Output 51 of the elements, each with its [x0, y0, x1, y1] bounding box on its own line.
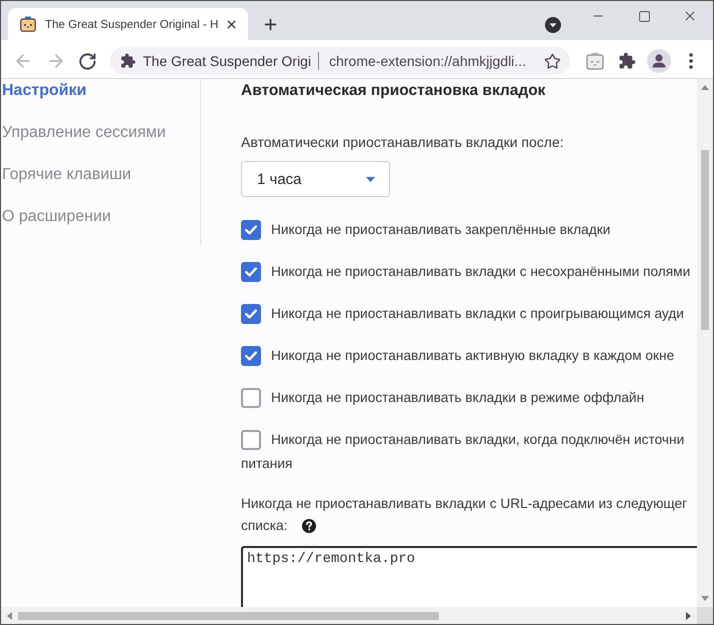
checkbox[interactable]: [241, 304, 261, 324]
more-options-icon[interactable]: [689, 53, 693, 69]
field-label: Автоматически приостанавливать вкладки после:: [241, 133, 564, 152]
scroll-down-icon[interactable]: [701, 596, 709, 601]
scrollbar-thumb[interactable]: [701, 150, 709, 330]
help-icon[interactable]: [302, 519, 316, 533]
horizontal-scrollbar[interactable]: [1, 607, 697, 624]
puzzle-icon: [120, 53, 136, 69]
person-avatar-icon[interactable]: [647, 49, 671, 73]
puzzle-icon[interactable]: [618, 52, 636, 70]
maximize-icon[interactable]: [638, 10, 650, 22]
scroll-left-icon[interactable]: [7, 612, 12, 620]
checkbox[interactable]: [241, 430, 261, 450]
checkbox[interactable]: [241, 388, 261, 408]
url-list-field[interactable]: https://remontka.pro: [241, 546, 697, 607]
scroll-right-icon[interactable]: [686, 612, 691, 620]
plus-icon[interactable]: [262, 16, 279, 33]
checkbox[interactable]: [241, 220, 261, 240]
sleepy-box-icon[interactable]: [586, 52, 604, 70]
interval-dropdown[interactable]: 1 часа: [241, 161, 390, 197]
address-bar[interactable]: The Great Suspender Origi chrome-extension://ahmkjjgdli...: [110, 47, 570, 75]
scrollbar-thumb[interactable]: [18, 612, 439, 620]
field-label: списка:: [241, 517, 288, 535]
check-icon: [245, 267, 257, 277]
check-icon: [245, 225, 257, 235]
checkbox[interactable]: [241, 346, 261, 366]
field-label: Никогда не приостанавливать вкладки с URL-адресами из следующег: [241, 495, 688, 513]
browser-tab[interactable]: The Great Suspender Original - H: [8, 8, 248, 40]
box-face-icon: [20, 16, 36, 32]
option-label: Никогда не приостанавливать вкладки, когда подключён источни: [271, 431, 684, 449]
scrollbar-corner: [697, 607, 713, 624]
dropdown-circle-icon[interactable]: [545, 17, 561, 33]
option-label: Никогда не приостанавливать вкладки с проигрывающимся ауди: [271, 305, 684, 323]
reload-icon[interactable]: [78, 52, 97, 70]
check-icon: [245, 351, 257, 361]
option-label: Никогда не приостанавливать вкладки с несохранёнными полями: [271, 263, 690, 281]
site-name: The Great Suspender Origi: [143, 53, 312, 69]
vertical-scrollbar[interactable]: [697, 79, 713, 607]
option-label: Никогда не приостанавливать вкладки в режиме оффлайн: [271, 389, 644, 407]
option-label: питания: [241, 455, 294, 473]
option-label: Никогда не приостанавливать активную вкладку в каждом окне: [271, 347, 674, 365]
check-icon: [245, 309, 257, 319]
sidebar-item[interactable]: Настройки: [2, 79, 86, 103]
url-text: chrome-extension://ahmkjjgdli...: [329, 53, 526, 69]
star-icon[interactable]: [544, 52, 561, 70]
checkbox[interactable]: [241, 262, 261, 282]
scroll-up-icon[interactable]: [701, 85, 709, 90]
option-label: Никогда не приостанавливать закреплённые вкладки: [271, 221, 610, 239]
section-heading: Автоматическая приостановка вкладок: [241, 81, 546, 101]
caret-down-icon: [366, 176, 375, 182]
close-icon[interactable]: [225, 18, 238, 30]
